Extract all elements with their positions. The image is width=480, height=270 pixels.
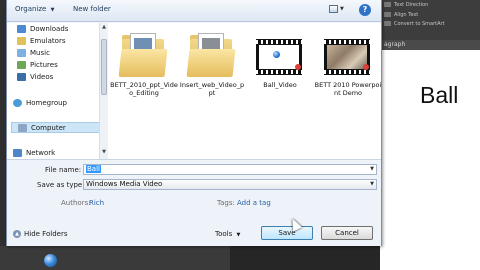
nav-item-videos[interactable]: Videos (17, 72, 53, 83)
ribbon-group-label: agraph (380, 40, 480, 50)
nav-item-emulators[interactable]: Emulators (17, 36, 65, 47)
folder-icon (186, 27, 236, 77)
nav-item-label: Emulators (30, 37, 66, 45)
ball-image-icon (44, 254, 57, 267)
file-name-label: File name: (45, 166, 82, 174)
background-bottom-strip (0, 246, 230, 270)
organize-label: Organize (15, 5, 47, 13)
hide-folders-label: Hide Folders (24, 230, 68, 238)
ribbon-item-convert-smartart[interactable]: Convert to SmartArt (384, 21, 445, 27)
music-icon (17, 49, 26, 57)
save-fields: File name: Ball ▼ Save as type: Windows … (7, 159, 381, 223)
organize-button[interactable]: Organize ▼ (15, 5, 54, 13)
nav-item-label: Homegroup (26, 99, 68, 107)
chevron-down-icon: ▼ (236, 232, 241, 238)
video-file-icon (256, 27, 302, 77)
new-folder-button[interactable]: New folder (73, 5, 111, 13)
nav-item-label: Network (26, 149, 56, 157)
chevron-up-icon: ▲ (13, 230, 21, 238)
file-name-value: Ball (86, 165, 101, 173)
chevron-down-icon: ▼ (50, 7, 55, 13)
nav-item-label: Music (30, 49, 50, 57)
nav-item-downloads[interactable]: Downloads (17, 24, 68, 35)
authors-label: Authors: (61, 199, 91, 207)
pictures-icon (17, 61, 26, 69)
help-icon[interactable]: ? (359, 4, 371, 16)
nav-item-label: Computer (31, 124, 66, 132)
scroll-thumb[interactable] (101, 39, 107, 95)
chevron-down-icon[interactable]: ▼ (370, 165, 374, 174)
file-item-ball-video[interactable]: Ball_Video (246, 23, 314, 159)
view-chevron-down-icon[interactable]: ▼ (340, 6, 344, 12)
nav-item-label: Downloads (30, 25, 69, 33)
nav-item-pictures[interactable]: Pictures (17, 60, 58, 71)
file-item-bett-demo[interactable]: BETT 2010 Powerpoint Demo (314, 23, 382, 159)
nav-item-computer[interactable]: Computer (11, 122, 105, 133)
file-item-bett-folder[interactable]: BETT_2010_ppt_Video_Editing (110, 23, 178, 159)
folder-icon (17, 37, 26, 45)
view-options-icon[interactable] (329, 5, 338, 13)
file-name-label: Insert_web_Video_ppt (179, 81, 245, 97)
file-list: BETT_2010_ppt_Video_Editing Insert_web_V… (108, 23, 381, 159)
videos-icon (17, 73, 26, 81)
save-button[interactable]: Save (261, 226, 313, 240)
hide-folders-button[interactable]: ▲ Hide Folders (13, 230, 67, 238)
slide-title-text[interactable]: Ball (420, 82, 458, 109)
tools-label: Tools (215, 230, 233, 238)
tools-dropdown[interactable]: Tools ▼ (215, 230, 240, 238)
tags-label: Tags: (217, 199, 235, 207)
cancel-button[interactable]: Cancel (321, 226, 373, 240)
save-as-type-label: Save as type: (37, 181, 85, 189)
add-tag-link[interactable]: Add a tag (237, 199, 271, 207)
downloads-icon (17, 25, 26, 33)
folder-icon (118, 27, 168, 77)
save-as-type-value: Windows Media Video (86, 180, 163, 188)
computer-icon (18, 124, 27, 132)
network-icon (13, 149, 22, 157)
scroll-down-icon[interactable]: ▼ (100, 149, 108, 155)
nav-item-music[interactable]: Music (17, 48, 50, 59)
dialog-toolbar: Organize ▼ New folder ▼ ? (7, 0, 381, 22)
nav-item-network[interactable]: Network (13, 148, 55, 159)
scroll-up-icon[interactable]: ▲ (100, 24, 108, 30)
nav-scrollbar[interactable]: ▲ ▼ (99, 23, 108, 159)
nav-item-label: Pictures (30, 61, 58, 69)
ribbon-item-text-direction[interactable]: Text Direction (384, 2, 428, 8)
file-name-label: BETT_2010_ppt_Video_Editing (110, 81, 178, 97)
file-name-label: Ball_Video (263, 81, 297, 89)
navigation-pane: Downloads Emulators Music Pictures Video… (7, 23, 108, 159)
nav-item-label: Videos (30, 73, 54, 81)
file-name-field[interactable]: Ball ▼ (83, 164, 377, 175)
powerpoint-ribbon: Text Direction Align Text Convert to Sma… (380, 0, 480, 40)
dialog-footer: ▲ Hide Folders Tools ▼ Save Cancel (7, 223, 381, 246)
file-item-insert-folder[interactable]: Insert_web_Video_ppt (178, 23, 246, 159)
ribbon-item-align-text[interactable]: Align Text (384, 12, 418, 18)
chevron-down-icon[interactable]: ▼ (370, 180, 374, 189)
authors-value[interactable]: Rich (89, 199, 104, 207)
save-as-type-select[interactable]: Windows Media Video ▼ (83, 179, 377, 190)
nav-item-homegroup[interactable]: Homegroup (13, 98, 67, 109)
video-file-icon (324, 27, 370, 77)
file-name-label: BETT 2010 Powerpoint Demo (314, 81, 382, 97)
homegroup-icon (13, 99, 22, 107)
save-as-dialog: Organize ▼ New folder ▼ ? Downloads Emul… (6, 0, 382, 246)
